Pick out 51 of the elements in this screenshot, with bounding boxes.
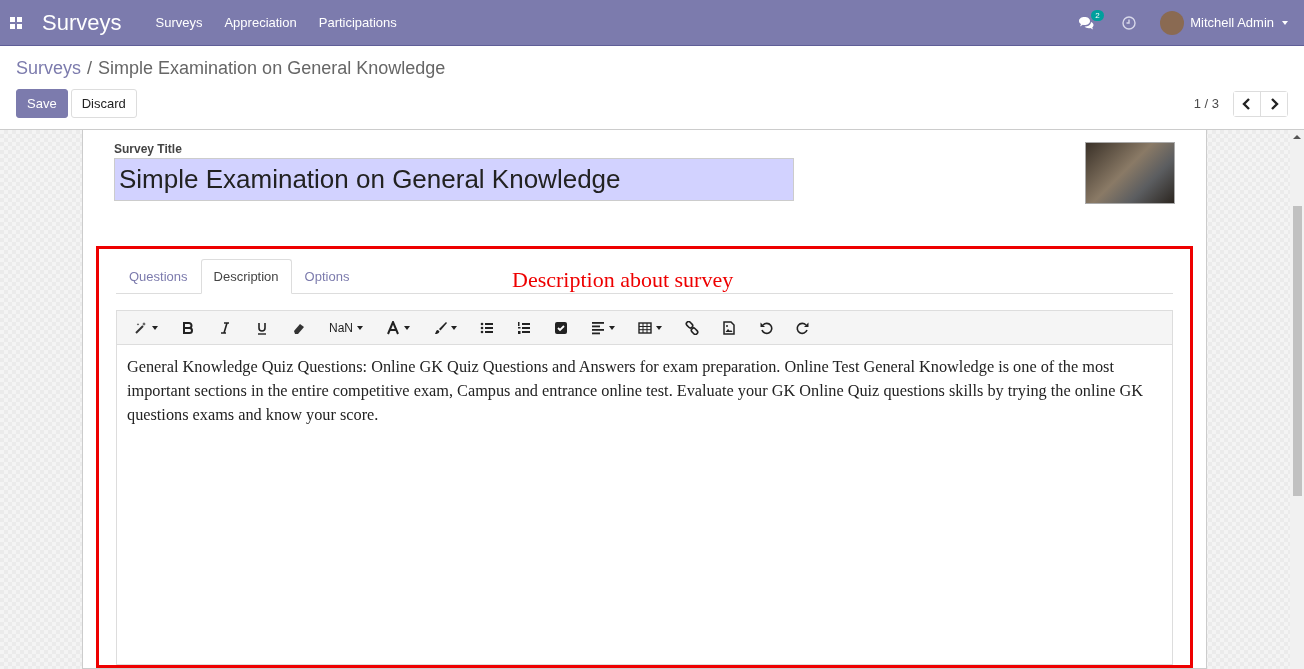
toolbar-button[interactable]: NaN [320,316,372,339]
menu-item[interactable]: Participations [318,15,397,30]
apps-menu-icon[interactable] [10,16,22,29]
redo-icon [796,320,810,335]
pager-counter: 1 / 3 [1193,96,1219,111]
description-text: General Knowledge Quiz Questions: Online GK Quiz Questions and Answers for exam preparation. Online Test General Knowledge is one of the most important sections in the entire competitive exam, Campus and entrance online test. Evaluate your GK Online Quiz questions skills by trying the online GK questions exams and know your score. [126,356,1144,426]
breadcrumb-separator: / [87,58,93,79]
scroll-up-arrow-icon[interactable] [1293,134,1301,140]
font-color-icon [386,320,400,335]
discard-button[interactable]: Discard [70,89,137,118]
scrollbar[interactable] [1290,130,1304,669]
align-left-icon [591,320,605,335]
font-size-label: NaN [329,320,353,335]
caret-icon [357,325,363,330]
caret-icon [656,325,662,330]
field-label: Survey Title [114,142,183,156]
magic-wand-icon [134,320,148,335]
numbered-list-icon [517,320,531,335]
annotation-label: Description about survey [512,267,734,293]
italic-icon [218,320,232,335]
caret-icon [1282,20,1288,25]
chevron-left-icon [1242,97,1252,110]
breadcrumb-link[interactable]: Surveys [16,58,82,79]
image-icon [722,320,736,335]
clock-icon[interactable] [1122,15,1137,30]
user-menu[interactable]: Mitchell Admin [1190,15,1274,30]
message-count: 2 [1091,9,1104,21]
undo-icon [759,320,773,335]
underline-icon [255,320,269,335]
tab[interactable]: Description [200,259,292,294]
bold-icon [181,320,195,335]
caret-icon [404,325,410,330]
chat-icon[interactable] [1078,15,1095,30]
chevron-right-icon [1269,97,1279,110]
menu-item[interactable]: Surveys [155,15,203,30]
caret-icon [609,325,615,330]
caret-icon [152,325,158,330]
tab[interactable]: Questions [116,259,201,294]
caret-icon [451,325,457,330]
menu-item[interactable]: Appreciation [224,15,297,30]
brush-icon [433,320,447,335]
save-button[interactable]: Save [16,89,68,118]
table-icon [638,320,652,335]
bullet-list-icon [480,320,494,335]
link-icon [685,320,699,335]
title-input-field[interactable]: Simple Examination on General Knowledge [114,158,794,201]
tab[interactable]: Options [291,259,363,294]
breadcrumb-current: Simple Examination on General Knowledge [98,58,446,79]
checkbox-icon [554,320,568,335]
app-title: Surveys [42,9,122,36]
next-button[interactable] [1260,91,1287,116]
